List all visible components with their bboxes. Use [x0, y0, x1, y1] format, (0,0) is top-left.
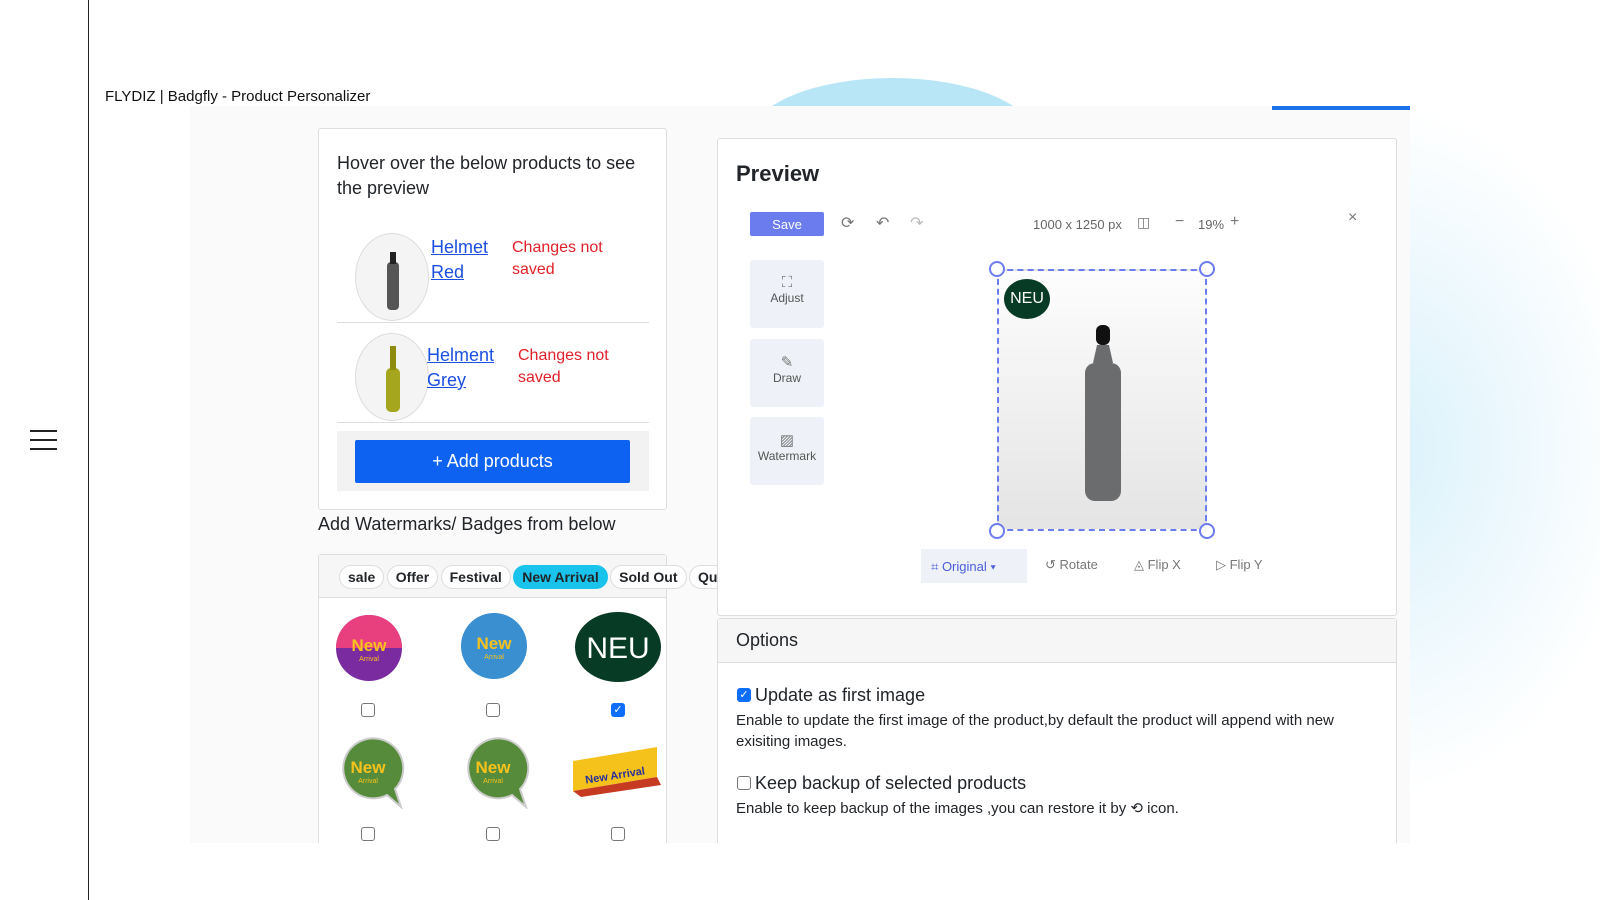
svg-text:New: New: [351, 758, 387, 777]
keep-backup-checkbox[interactable]: [737, 776, 751, 790]
sidebar-divider: [88, 0, 89, 900]
badge-new-arrival-green[interactable]: NewArrival: [334, 735, 414, 809]
tool-watermark[interactable]: ▨ Watermark: [750, 417, 824, 485]
tool-draw[interactable]: ✎ Draw: [750, 339, 824, 407]
crop-handle[interactable]: [1199, 523, 1215, 539]
zoom-level: 19%: [1198, 217, 1225, 232]
hover-hint: Hover over the below products to see the…: [337, 153, 636, 198]
svg-text:New: New: [477, 634, 513, 653]
progress-bar: [1272, 106, 1410, 110]
tab-festival[interactable]: Festival: [440, 565, 511, 589]
compare-icon[interactable]: ◫: [1137, 214, 1150, 231]
badge-checkbox[interactable]: ✓: [611, 703, 625, 717]
svg-text:Arrival: Arrival: [483, 778, 503, 785]
hamburger-menu-icon[interactable]: [30, 430, 57, 452]
aspect-ratio-dropdown[interactable]: ⌗ Original ▾: [921, 549, 1027, 583]
tab-new-arrival[interactable]: New Arrival: [513, 565, 608, 589]
reset-icon[interactable]: ⟳: [841, 213, 854, 233]
adjust-icon: ⛶: [781, 274, 793, 291]
option-label: Keep backup of selected products: [755, 773, 1027, 793]
flip-y-icon: ▷: [1216, 557, 1230, 572]
badges-title: Add Watermarks/ Badges from below: [318, 514, 616, 534]
tool-adjust[interactable]: ⛶ Adjust: [750, 260, 824, 328]
option-description: Enable to keep backup of the images ,you…: [736, 800, 1179, 817]
app-title: FLYDIZ | Badgfly - Product Personalizer: [105, 88, 371, 105]
save-button[interactable]: Save: [750, 212, 824, 236]
svg-text:New: New: [476, 758, 512, 777]
option-label: Update as first image: [755, 685, 926, 705]
product-link[interactable]: Helmet Red: [431, 235, 506, 285]
rotate-button[interactable]: ↺ Rotate: [1045, 557, 1098, 573]
redo-icon[interactable]: ↷: [910, 213, 923, 233]
tab-offer[interactable]: Offer: [386, 565, 439, 589]
bottle-image: [1085, 325, 1121, 501]
flip-x-label: Flip X: [1147, 557, 1181, 572]
product-link[interactable]: Helment Grey: [427, 343, 502, 393]
option-description: Enable to update the first image of the …: [736, 712, 1334, 750]
options-title: Options: [718, 619, 1396, 663]
decorative-glow: [1380, 100, 1600, 800]
flip-y-label: Flip Y: [1229, 557, 1263, 572]
products-card: Hover over the below products to see the…: [318, 128, 667, 510]
product-thumbnail: [355, 333, 429, 421]
badge-neu[interactable]: NEU: [574, 611, 664, 685]
svg-text:Arrival: Arrival: [358, 778, 378, 785]
tool-label: Watermark: [757, 449, 817, 463]
badge-checkbox[interactable]: [486, 827, 500, 841]
crop-handle[interactable]: [1199, 261, 1215, 277]
crop-handle[interactable]: [989, 261, 1005, 277]
product-status: Changes not saved: [518, 347, 609, 386]
update-first-image-checkbox[interactable]: ✓: [737, 688, 751, 702]
tab-sale[interactable]: sale: [339, 565, 385, 589]
product-thumbnail: [355, 233, 429, 321]
preview-title: Preview: [736, 161, 820, 186]
options-card: Options ✓ Update as first image Enable t…: [717, 618, 1397, 843]
badge-new-arrival-pink[interactable]: NewArrival: [329, 611, 409, 685]
crop-handle[interactable]: [989, 523, 1005, 539]
badge-checkbox[interactable]: [361, 827, 375, 841]
svg-text:New: New: [352, 636, 388, 655]
svg-text:Arrival: Arrival: [359, 656, 379, 663]
badge-category-tabs: sale Offer Festival New Arrival Sold Out…: [319, 555, 727, 598]
preview-card: Preview Save ⟳ ↶ ↷ 1000 x 1250 px ◫ − 19…: [717, 138, 1397, 616]
tool-label: Adjust: [770, 291, 804, 305]
rotate-icon: ↺: [1045, 557, 1060, 572]
product-status: Changes not saved: [512, 239, 603, 278]
badge-checkbox[interactable]: [486, 703, 500, 717]
badge-checkbox[interactable]: [361, 703, 375, 717]
badge-checkbox[interactable]: [611, 827, 625, 841]
close-icon[interactable]: ×: [1348, 209, 1357, 227]
app-canvas: Hover over the below products to see the…: [190, 106, 1410, 843]
tool-label: Draw: [772, 371, 801, 385]
undo-icon[interactable]: ↶: [876, 213, 889, 233]
image-dimensions: 1000 x 1250 px: [1033, 217, 1122, 232]
svg-text:Arrival: Arrival: [484, 654, 504, 661]
preview-image[interactable]: NEU: [997, 269, 1207, 531]
add-products-button[interactable]: + Add products: [355, 440, 630, 483]
flip-y-button[interactable]: ▷ Flip Y: [1216, 557, 1263, 573]
product-row[interactable]: Helmet Red Changes not saved: [337, 223, 649, 323]
product-row[interactable]: Helment Grey Changes not saved: [337, 323, 649, 423]
aspect-ratio-value: Original: [941, 559, 987, 574]
applied-badge[interactable]: NEU: [1004, 279, 1050, 319]
draw-icon: ✎: [780, 354, 794, 371]
crop-icon: ⌗: [931, 559, 942, 574]
watermark-icon: ▨: [779, 432, 795, 449]
badges-card: sale Offer Festival New Arrival Sold Out…: [318, 554, 727, 843]
badge-new-arrival-blue[interactable]: NewArrival: [454, 611, 534, 685]
flip-x-button[interactable]: ◬ Flip X: [1134, 557, 1181, 573]
svg-text:NEU: NEU: [586, 632, 649, 665]
zoom-in-icon[interactable]: +: [1230, 213, 1239, 231]
tab-sold-out[interactable]: Sold Out: [610, 565, 687, 589]
zoom-out-icon[interactable]: −: [1175, 213, 1184, 231]
badge-new-arrival-ribbon[interactable]: New Arrival: [571, 743, 663, 817]
badge-new-arrival-green-2[interactable]: NewArrival: [459, 735, 539, 809]
rotate-label: Rotate: [1059, 557, 1098, 572]
flip-x-icon: ◬: [1134, 557, 1148, 572]
